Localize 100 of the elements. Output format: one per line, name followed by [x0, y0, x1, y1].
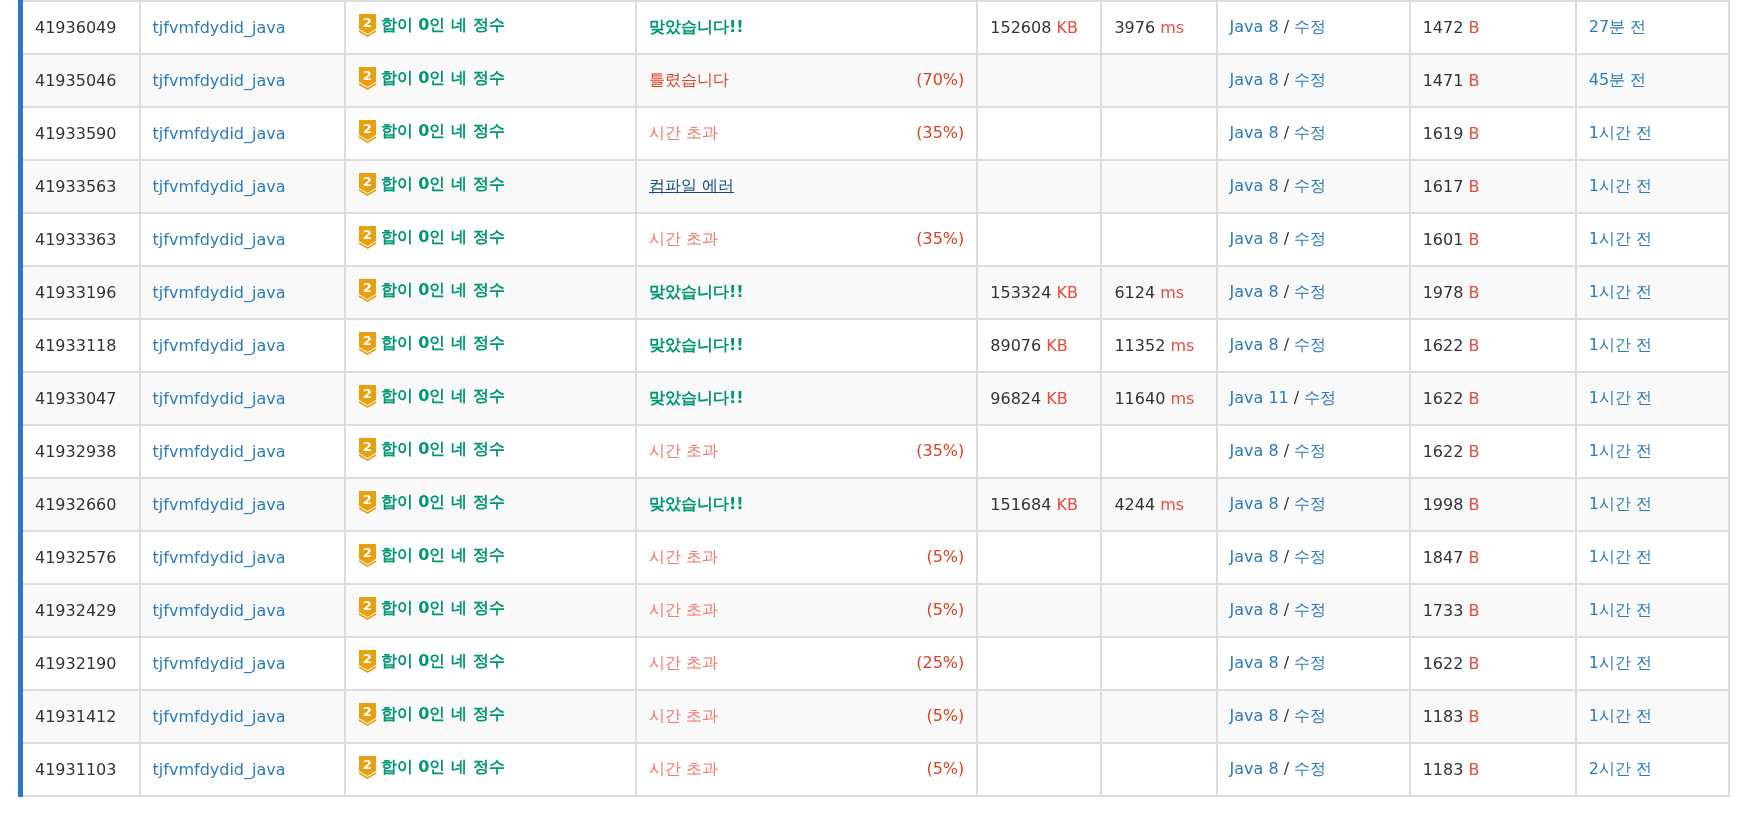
separator: / — [1283, 600, 1290, 619]
submitted-time-link[interactable]: 1시간 전 — [1588, 706, 1653, 725]
language-link[interactable]: Java 8 — [1229, 335, 1279, 354]
memory-value: 152608 KB — [990, 18, 1078, 37]
language-link[interactable]: Java 8 — [1229, 123, 1279, 142]
tier-badge: 2 — [357, 756, 377, 779]
score-percent: (5%) — [926, 547, 965, 568]
language-link[interactable]: Java 8 — [1229, 17, 1279, 36]
language-link[interactable]: Java 8 — [1229, 653, 1279, 672]
code-length: 1622 B — [1422, 389, 1480, 408]
language-link[interactable]: Java 8 — [1229, 282, 1279, 301]
tier-badge: 2 — [357, 14, 377, 37]
memory-value: 151684 KB — [990, 495, 1078, 514]
code-length: 1471 B — [1422, 71, 1480, 90]
submitted-time-link[interactable]: 1시간 전 — [1588, 176, 1653, 195]
submitted-time-link[interactable]: 45분 전 — [1588, 70, 1647, 89]
language-link[interactable]: Java 8 — [1229, 441, 1279, 460]
code-length: 1617 B — [1422, 177, 1480, 196]
submitted-time-link[interactable]: 1시간 전 — [1588, 282, 1653, 301]
edit-link[interactable]: 수정 — [1294, 706, 1327, 725]
submitted-time-link[interactable]: 1시간 전 — [1588, 547, 1653, 566]
result-text: 시간 초과 — [649, 441, 719, 462]
result-text: 틀렸습니다 — [649, 70, 729, 91]
submitted-time-link[interactable]: 1시간 전 — [1588, 123, 1653, 142]
tier-badge: 2 — [357, 597, 377, 620]
score-percent: (70%) — [916, 70, 965, 91]
tier-badge: 2 — [357, 226, 377, 249]
separator: / — [1283, 441, 1290, 460]
time-value: 3976 ms — [1114, 18, 1185, 37]
code-length: 1619 B — [1422, 124, 1480, 143]
submitted-time-link[interactable]: 2시간 전 — [1588, 759, 1653, 778]
edit-link[interactable]: 수정 — [1294, 441, 1327, 460]
language-link[interactable]: Java 8 — [1229, 494, 1279, 513]
code-length: 1978 B — [1422, 283, 1480, 302]
edit-link[interactable]: 수정 — [1294, 759, 1327, 778]
edit-link[interactable]: 수정 — [1304, 388, 1337, 407]
tier-badge: 2 — [357, 173, 377, 196]
submitted-time-link[interactable]: 1시간 전 — [1588, 441, 1653, 460]
separator: / — [1283, 653, 1290, 672]
memory-value: 89076 KB — [990, 336, 1068, 355]
language-link[interactable]: Java 8 — [1229, 706, 1279, 725]
code-length: 1733 B — [1422, 601, 1480, 620]
score-percent: (5%) — [926, 706, 965, 727]
separator: / — [1293, 388, 1300, 407]
score-percent: (35%) — [916, 123, 965, 144]
submitted-time-link[interactable]: 1시간 전 — [1588, 229, 1653, 248]
edit-link[interactable]: 수정 — [1294, 229, 1327, 248]
language-link[interactable]: Java 8 — [1229, 600, 1279, 619]
edit-link[interactable]: 수정 — [1294, 176, 1327, 195]
separator: / — [1283, 176, 1290, 195]
score-percent: (5%) — [926, 759, 965, 780]
language-link[interactable]: Java 8 — [1229, 70, 1279, 89]
edit-link[interactable]: 수정 — [1294, 123, 1327, 142]
code-length: 1601 B — [1422, 230, 1480, 249]
submitted-time-link[interactable]: 27분 전 — [1588, 17, 1647, 36]
separator: / — [1283, 759, 1290, 778]
submitted-time-link[interactable]: 1시간 전 — [1588, 600, 1653, 619]
language-link[interactable]: Java 11 — [1229, 388, 1289, 407]
code-length: 1472 B — [1422, 18, 1480, 37]
language-link[interactable]: Java 8 — [1229, 229, 1279, 248]
submitted-time-link[interactable]: 1시간 전 — [1588, 388, 1653, 407]
language-link[interactable]: Java 8 — [1229, 176, 1279, 195]
tier-badge: 2 — [357, 438, 377, 461]
code-length: 1622 B — [1422, 336, 1480, 355]
language-link[interactable]: Java 8 — [1229, 759, 1279, 778]
edit-link[interactable]: 수정 — [1294, 70, 1327, 89]
tier-badge: 2 — [357, 279, 377, 302]
time-value: 11640 ms — [1114, 389, 1195, 408]
edit-link[interactable]: 수정 — [1294, 494, 1327, 513]
edit-link[interactable]: 수정 — [1294, 17, 1327, 36]
score-percent: (35%) — [916, 441, 965, 462]
language-link[interactable]: Java 8 — [1229, 547, 1279, 566]
score-percent: (25%) — [916, 653, 965, 674]
submitted-time-link[interactable]: 1시간 전 — [1588, 494, 1653, 513]
tier-badge: 2 — [357, 650, 377, 673]
edit-link[interactable]: 수정 — [1294, 335, 1327, 354]
submitted-time-link[interactable]: 1시간 전 — [1588, 335, 1653, 354]
result-text: 맞았습니다!! — [649, 282, 744, 303]
score-percent: (35%) — [916, 229, 965, 250]
result-text: 시간 초과 — [649, 229, 719, 250]
separator: / — [1283, 229, 1290, 248]
separator: / — [1283, 706, 1290, 725]
memory-value: 96824 KB — [990, 389, 1068, 408]
result-text: 시간 초과 — [649, 759, 719, 780]
result-text: 시간 초과 — [649, 547, 719, 568]
code-length: 1847 B — [1422, 548, 1480, 567]
submitted-time-link[interactable]: 1시간 전 — [1588, 653, 1653, 672]
edit-link[interactable]: 수정 — [1294, 547, 1327, 566]
result-text: 시간 초과 — [649, 600, 719, 621]
code-length: 1183 B — [1422, 707, 1480, 726]
edit-link[interactable]: 수정 — [1294, 282, 1327, 301]
result-text: 맞았습니다!! — [649, 335, 744, 356]
tier-badge: 2 — [357, 703, 377, 726]
time-value: 4244 ms — [1114, 495, 1185, 514]
result-text: 시간 초과 — [649, 706, 719, 727]
result-text[interactable]: 컴파일 에러 — [649, 176, 735, 197]
edit-link[interactable]: 수정 — [1294, 600, 1327, 619]
edit-link[interactable]: 수정 — [1294, 653, 1327, 672]
separator: / — [1283, 494, 1290, 513]
separator: / — [1283, 282, 1290, 301]
